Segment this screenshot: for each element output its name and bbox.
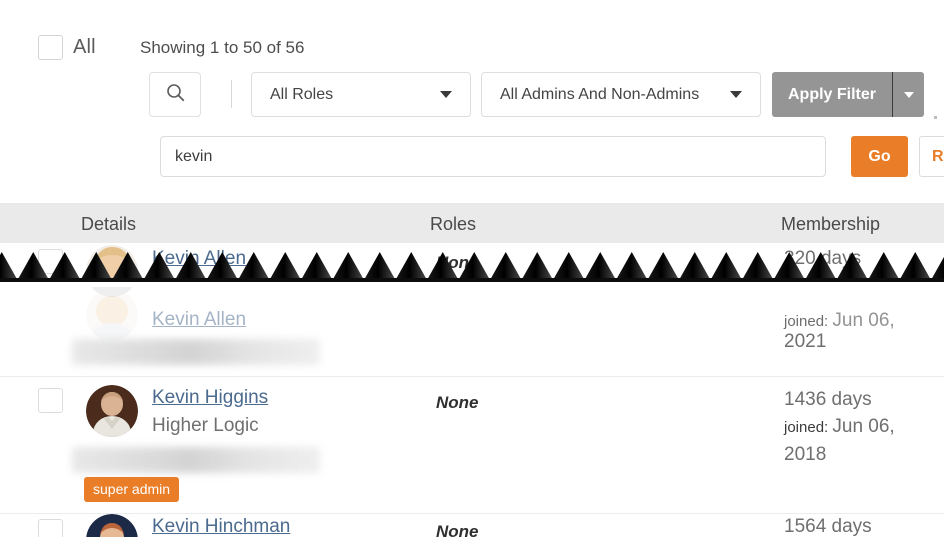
member-name-link[interactable]: Kevin Allen	[152, 309, 246, 331]
membership-joined: joined: Jun 06,	[784, 416, 895, 438]
reset-button[interactable]: Reset	[919, 136, 944, 177]
go-button[interactable]: Go	[851, 136, 908, 177]
column-header-details: Details	[81, 214, 137, 234]
joined-label: joined:	[784, 419, 829, 436]
redacted-email	[72, 339, 320, 365]
member-name-link[interactable]: Kevin Hinchman	[152, 516, 290, 537]
member-roles: None	[436, 522, 479, 537]
member-roles: None	[436, 253, 479, 272]
membership-days: 1436 days	[784, 389, 872, 410]
member-organization: Higher Logic	[152, 415, 259, 436]
member-name-link[interactable]: Kevin Higgins	[152, 387, 268, 409]
table-row[interactable]: Kevin Hinchman None 1564 days	[0, 514, 944, 537]
tear-mask	[0, 282, 944, 287]
apply-filter-dropdown-button[interactable]	[892, 72, 925, 117]
column-header-membership: Membership	[781, 214, 881, 234]
chevron-down-icon	[730, 91, 742, 98]
membership-joined: joined: Jun 06,	[784, 310, 895, 332]
joined-label: joined:	[784, 313, 829, 330]
joined-year: 2018	[784, 444, 827, 465]
roles-filter-select[interactable]: All Roles	[251, 72, 471, 117]
column-header-roles: Roles	[430, 214, 477, 234]
admin-filter-value: All Admins And Non-Admins	[500, 85, 700, 103]
chevron-down-icon	[903, 91, 914, 98]
results-count-text: Showing 1 to 50 of 56	[140, 38, 305, 57]
search-toggle-button[interactable]	[149, 72, 201, 117]
edge-marker	[934, 116, 937, 119]
status-badge: super admin	[84, 477, 180, 502]
select-all-group[interactable]: All	[38, 35, 96, 60]
apply-filter-group: Apply Filter	[772, 72, 925, 117]
filter-row: All Roles All Admins And Non-Admins Appl…	[0, 68, 944, 120]
joined-date: Jun 06,	[832, 310, 895, 331]
membership-days: 1564 days	[784, 516, 872, 537]
avatar	[86, 514, 138, 537]
member-directory-page: All Showing 1 to 50 of 56 All Roles All …	[0, 0, 944, 537]
joined-date: Jun 06,	[832, 416, 895, 437]
membership-days: 320 days	[784, 248, 862, 269]
toolbar: All Showing 1 to 50 of 56	[0, 0, 944, 68]
row-select-checkbox[interactable]	[38, 519, 63, 537]
chevron-down-icon	[440, 91, 452, 98]
row-select-checkbox[interactable]	[38, 388, 63, 413]
admin-filter-select[interactable]: All Admins And Non-Admins	[481, 72, 761, 117]
member-roles: None	[436, 393, 479, 412]
avatar	[86, 385, 138, 437]
select-all-label: All	[73, 36, 96, 58]
toolbar-divider	[231, 80, 232, 108]
table-row[interactable]: Kevin Allen joined: Jun 06, 2021	[0, 287, 944, 377]
search-icon	[166, 83, 185, 107]
select-all-checkbox[interactable]	[38, 35, 63, 60]
apply-filter-button[interactable]: Apply Filter	[772, 72, 893, 117]
avatar	[86, 289, 138, 341]
table-row[interactable]: Kevin Allen None 320 days	[0, 243, 944, 297]
table-row[interactable]: Kevin Higgins Higher Logic super admin N…	[0, 377, 944, 514]
joined-year: 2021	[784, 331, 827, 352]
table-header: Details Roles Membership	[0, 203, 944, 243]
search-input[interactable]	[160, 136, 826, 177]
member-name-link[interactable]: Kevin Allen	[152, 248, 246, 270]
row-select-checkbox[interactable]	[38, 249, 63, 274]
redacted-email	[72, 447, 320, 473]
roles-filter-value: All Roles	[270, 85, 334, 103]
